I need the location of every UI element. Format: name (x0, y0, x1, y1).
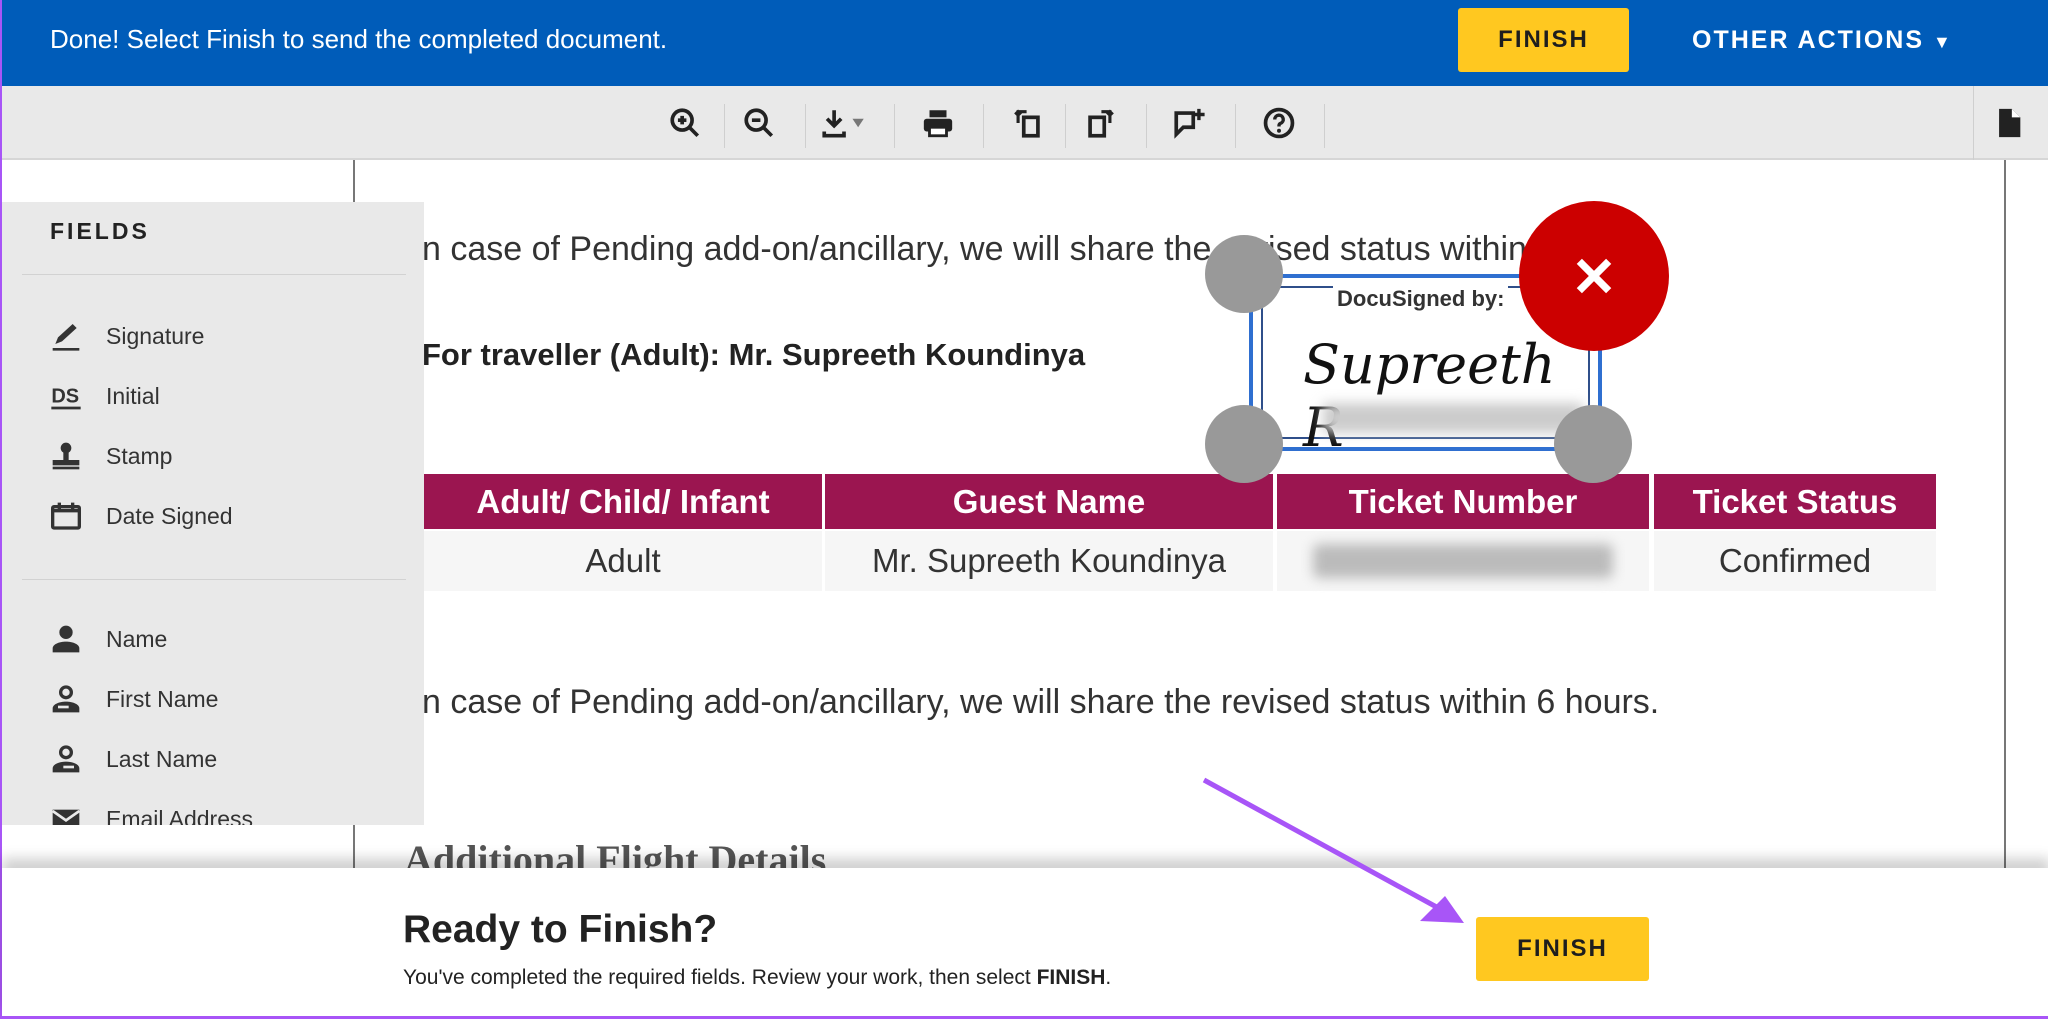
ds-initial-icon: DS (51, 386, 81, 410)
caret-down-icon: ▼ (1932, 32, 1953, 52)
document-icon[interactable] (1992, 106, 2026, 140)
document-paragraph: n case of Pending add-on/ancillary, we w… (422, 230, 1660, 268)
divider (22, 274, 406, 275)
table-cell: Confirmed (1654, 531, 1936, 591)
resize-handle-bottom-right[interactable] (1554, 405, 1632, 483)
close-icon (1576, 258, 1612, 294)
stamp-icon (52, 442, 80, 470)
field-label: Last Name (106, 745, 218, 772)
top-banner: Done! Select Finish to send the complete… (2, 0, 2048, 86)
document-paragraph: n case of Pending add-on/ancillary, we w… (422, 683, 1660, 721)
divider (724, 104, 725, 148)
person-icon (52, 625, 80, 653)
field-label: Signature (106, 322, 205, 349)
print-icon[interactable] (921, 106, 955, 140)
ready-subtitle: You've completed the required fields. Re… (403, 966, 1111, 990)
docusigned-label: DocuSigned by: (1333, 286, 1509, 312)
divider (1324, 104, 1325, 148)
field-signature[interactable]: Signature (50, 320, 204, 352)
completion-message: Done! Select Finish to send the complete… (50, 24, 668, 54)
field-name[interactable]: Name (50, 623, 167, 655)
table-cell: Adult (424, 531, 822, 591)
table-cell: Mr. Supreeth Koundinya (825, 531, 1273, 591)
rotate-right-icon[interactable] (1083, 106, 1117, 140)
person-last-icon (52, 745, 80, 773)
toolbar (2, 86, 2048, 160)
divider (805, 104, 806, 148)
field-label: Name (106, 625, 168, 652)
table-header: Adult/ Child/ Infant (424, 474, 822, 529)
field-label: Initial (106, 382, 160, 409)
field-label: Email Address (106, 805, 254, 826)
help-icon[interactable] (1262, 106, 1296, 140)
field-stamp[interactable]: Stamp (50, 440, 172, 472)
fields-panel: FIELDS Signature DS Initial Stamp Date Si… (2, 202, 424, 825)
divider (1146, 104, 1147, 148)
page-border-right (2004, 160, 2006, 870)
divider (1065, 104, 1066, 148)
divider (983, 104, 984, 148)
field-label: Stamp (106, 442, 173, 469)
redacted-signature-id (1323, 403, 1583, 433)
field-date-signed[interactable]: Date Signed (50, 500, 233, 532)
field-last-name[interactable]: Last Name (50, 743, 217, 775)
field-initial[interactable]: DS Initial (50, 380, 160, 412)
person-first-icon (52, 685, 80, 713)
table-cell-ticket-redacted (1277, 531, 1649, 591)
divider (22, 579, 406, 580)
divider (1973, 86, 1974, 160)
divider (894, 104, 895, 148)
resize-handle-top-left[interactable] (1205, 235, 1283, 313)
zoom-out-icon[interactable] (742, 106, 776, 140)
divider (1235, 104, 1236, 148)
subtitle-text: You've completed the required fields. Re… (403, 966, 1037, 989)
table-header: Guest Name (825, 474, 1273, 529)
ready-title: Ready to Finish? (403, 908, 718, 951)
calendar-icon (51, 502, 81, 530)
envelope-icon (51, 809, 81, 825)
finish-button-top[interactable]: FINISH (1458, 8, 1629, 72)
field-label: Date Signed (106, 502, 233, 529)
download-icon[interactable] (820, 106, 868, 140)
redacted-value (1313, 544, 1613, 578)
field-first-name[interactable]: First Name (50, 683, 218, 715)
fields-title: FIELDS (50, 218, 150, 244)
subtitle-bold: FINISH (1036, 966, 1106, 989)
other-actions-menu[interactable]: OTHER ACTIONS ▼ (1692, 26, 1953, 55)
traveller-line: For traveller (Adult): Mr. Supreeth Koun… (422, 337, 1086, 372)
rotate-left-icon[interactable] (1011, 106, 1045, 140)
ready-to-finish-bar: Ready to Finish? You've completed the re… (2, 868, 2048, 1019)
other-actions-label: OTHER ACTIONS (1692, 26, 1925, 54)
delete-field-button[interactable] (1519, 201, 1669, 351)
finish-button-bottom[interactable]: FINISH (1476, 917, 1649, 981)
field-label: First Name (106, 685, 219, 712)
resize-handle-bottom-left[interactable] (1205, 405, 1283, 483)
field-email-address[interactable]: Email Address (50, 803, 253, 825)
subtitle-end: . (1105, 966, 1112, 989)
svg-text:DS: DS (51, 386, 79, 408)
zoom-in-icon[interactable] (668, 106, 702, 140)
add-comment-icon[interactable] (1172, 106, 1206, 140)
table-header: Ticket Status (1654, 474, 1936, 529)
pen-icon (52, 324, 80, 351)
